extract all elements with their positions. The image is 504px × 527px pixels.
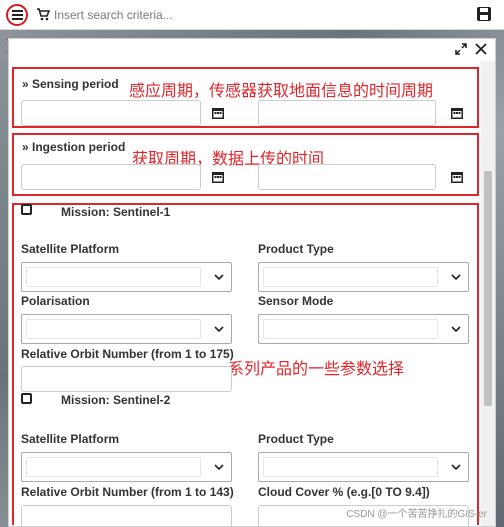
save-icon[interactable]: [476, 6, 492, 25]
chevron-down-icon: [451, 274, 461, 281]
s1-product-type-label: Product Type: [258, 242, 334, 256]
scroll-thumb[interactable]: [484, 171, 492, 406]
s1-relative-orbit-field[interactable]: [21, 366, 232, 392]
chevron-down-icon: [214, 274, 224, 281]
s1-sensor-mode-label: Sensor Mode: [258, 294, 334, 308]
s1-polarisation-label: Polarisation: [21, 294, 90, 308]
s2-satellite-platform-label: Satellite Platform: [21, 432, 120, 446]
ingestion-start-field[interactable]: [21, 164, 201, 190]
chevron-down-icon: [214, 326, 224, 333]
sentinel1-title: Mission: Sentinel-1: [61, 205, 171, 219]
calendar-icon[interactable]: [450, 106, 464, 120]
missions-annotation: 系列产品的一些参数选择: [228, 359, 405, 378]
s1-satellite-platform-label: Satellite Platform: [21, 242, 120, 256]
calendar-icon[interactable]: [211, 106, 225, 120]
search-bar: [0, 0, 504, 30]
s2-cloud-cover-label: Cloud Cover % (e.g.[0 TO 9.4]): [258, 485, 430, 499]
close-icon[interactable]: [475, 43, 487, 58]
sensing-period-title[interactable]: » Sensing period: [22, 77, 119, 91]
chevron-down-icon: [451, 464, 461, 471]
sensing-annotation: 感应周期，传感器获取地面信息的时间周期: [129, 81, 434, 100]
sentinel1-checkbox[interactable]: [21, 204, 32, 215]
s1-sensor-mode-select[interactable]: [258, 314, 469, 344]
chevron-down-icon: [214, 464, 224, 471]
s2-relative-orbit-label: Relative Orbit Number (from 1 to 143): [21, 485, 234, 499]
sensing-end-field[interactable]: [258, 100, 436, 126]
s1-satellite-platform-select[interactable]: [21, 262, 232, 292]
scrollbar[interactable]: [481, 61, 495, 526]
sensing-start-field[interactable]: [21, 100, 201, 126]
s1-product-type-select[interactable]: [258, 262, 469, 292]
search-input[interactable]: [54, 5, 454, 25]
s1-relative-orbit-label: Relative Orbit Number (from 1 to 175): [21, 347, 234, 361]
calendar-icon[interactable]: [450, 170, 464, 184]
s2-product-type-label: Product Type: [258, 432, 334, 446]
cart-icon[interactable]: [36, 7, 51, 24]
chevron-down-icon: [451, 326, 461, 333]
s1-polarisation-select[interactable]: [21, 314, 232, 344]
calendar-icon[interactable]: [211, 170, 225, 184]
panel-tools: [455, 43, 487, 58]
menu-icon[interactable]: [6, 4, 28, 26]
sentinel2-title: Mission: Sentinel-2: [61, 393, 171, 407]
ingestion-end-field[interactable]: [258, 164, 436, 190]
sentinel2-checkbox[interactable]: [21, 393, 32, 404]
expand-icon[interactable]: [455, 43, 467, 58]
watermark: CSDN @一个苦苦挣扎的GIS-er: [346, 509, 487, 520]
ingestion-period-title[interactable]: » Ingestion period: [22, 140, 125, 154]
s2-relative-orbit-field[interactable]: [21, 505, 232, 526]
s2-satellite-platform-select[interactable]: [21, 452, 232, 482]
search-panel: » Sensing period 感应周期，传感器获取地面信息的时间周期 » I…: [8, 38, 496, 527]
s2-product-type-select[interactable]: [258, 452, 469, 482]
